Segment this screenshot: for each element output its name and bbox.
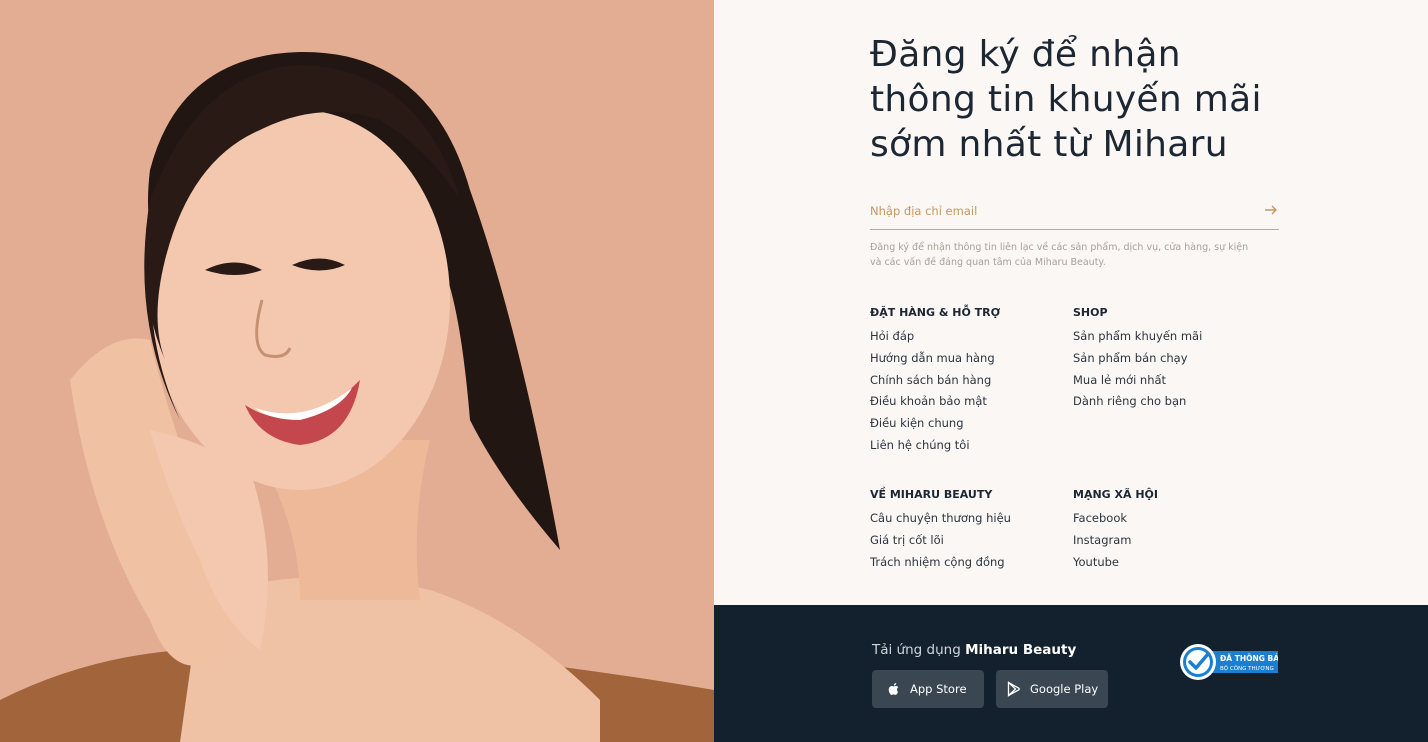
link-new-retail[interactable]: Mua lẻ mới nhất bbox=[1073, 371, 1273, 393]
link-youtube[interactable]: Youtube bbox=[1073, 553, 1273, 575]
newsletter-section: Đăng ký để nhận thông tin khuyến mãi sớm… bbox=[714, 0, 1428, 605]
link-bestsellers[interactable]: Sản phẩm bán chạy bbox=[1073, 349, 1273, 371]
app-download-footer: Tải ứng dụng Miharu Beauty App Store Goo… bbox=[714, 605, 1428, 742]
app-store-label: App Store bbox=[910, 682, 967, 696]
link-shopping-guide[interactable]: Hướng dẫn mua hàng bbox=[870, 349, 1070, 371]
footer-col-shop: SHOP Sản phẩm khuyến mãi Sản phẩm bán ch… bbox=[1073, 305, 1273, 414]
google-play-button[interactable]: Google Play bbox=[996, 670, 1108, 708]
headline-line-1: Đăng ký để nhận bbox=[870, 34, 1181, 75]
app-download-title: Tải ứng dụng Miharu Beauty bbox=[872, 642, 1076, 658]
col-heading: MẠNG XÃ HỘI bbox=[1073, 488, 1158, 501]
consent-line-1: Đăng ký để nhận thông tin liên lạc về cá… bbox=[870, 242, 1249, 253]
app-name: Miharu Beauty bbox=[965, 642, 1077, 658]
footer-col-about: VỀ MIHARU BEAUTY Câu chuyện thương hiệu … bbox=[870, 487, 1070, 574]
consent-text: Đăng ký để nhận thông tin liên lạc về cá… bbox=[870, 240, 1282, 270]
consent-line-2: và các vấn đề đáng quan tâm của Miharu B… bbox=[870, 257, 1106, 268]
col-heading: SHOP bbox=[1073, 306, 1108, 319]
headline-line-2: thông tin khuyến mãi bbox=[870, 79, 1262, 120]
link-terms[interactable]: Điều kiện chung bbox=[870, 414, 1070, 436]
link-community[interactable]: Trách nhiệm cộng đồng bbox=[870, 553, 1070, 575]
link-brand-story[interactable]: Câu chuyện thương hiệu bbox=[870, 509, 1070, 531]
portrait-illustration bbox=[0, 0, 714, 742]
apple-icon bbox=[888, 683, 899, 695]
google-play-label: Google Play bbox=[1030, 682, 1099, 696]
email-input[interactable] bbox=[870, 196, 1240, 226]
link-facebook[interactable]: Facebook bbox=[1073, 509, 1273, 531]
app-store-button[interactable]: App Store bbox=[872, 670, 984, 708]
hero-image bbox=[0, 0, 714, 742]
app-prefix: Tải ứng dụng bbox=[872, 642, 966, 658]
link-sales-policy[interactable]: Chính sách bán hàng bbox=[870, 371, 1070, 393]
link-core-values[interactable]: Giá trị cốt lõi bbox=[870, 531, 1070, 553]
footer-col-order-support: ĐẶT HÀNG & HỖ TRỢ Hỏi đáp Hướng dẫn mua … bbox=[870, 305, 1070, 458]
verified-ministry-badge[interactable]: ĐÃ THÔNG BÁO BỘ CÔNG THƯƠNG bbox=[1180, 643, 1278, 681]
link-contact[interactable]: Liên hệ chúng tôi bbox=[870, 436, 1070, 458]
link-promo-products[interactable]: Sản phẩm khuyến mãi bbox=[1073, 327, 1273, 349]
headline-line-3: sớm nhất từ Miharu bbox=[870, 124, 1228, 165]
link-privacy[interactable]: Điều khoản bảo mật bbox=[870, 392, 1070, 414]
badge-line-1: ĐÃ THÔNG BÁO bbox=[1220, 654, 1278, 663]
google-play-icon bbox=[1007, 681, 1020, 697]
col-heading: ĐẶT HÀNG & HỖ TRỢ bbox=[870, 306, 1001, 319]
link-for-you[interactable]: Dành riêng cho bạn bbox=[1073, 392, 1273, 414]
link-instagram[interactable]: Instagram bbox=[1073, 531, 1273, 553]
newsletter-headline: Đăng ký để nhận thông tin khuyến mãi sớm… bbox=[870, 32, 1290, 167]
footer-col-social: MẠNG XÃ HỘI Facebook Instagram Youtube bbox=[1073, 487, 1273, 574]
link-faq[interactable]: Hỏi đáp bbox=[870, 327, 1070, 349]
badge-line-2: BỘ CÔNG THƯƠNG bbox=[1220, 665, 1274, 672]
arrow-right-icon[interactable] bbox=[1263, 202, 1279, 218]
email-form bbox=[870, 196, 1279, 230]
col-heading: VỀ MIHARU BEAUTY bbox=[870, 488, 993, 501]
